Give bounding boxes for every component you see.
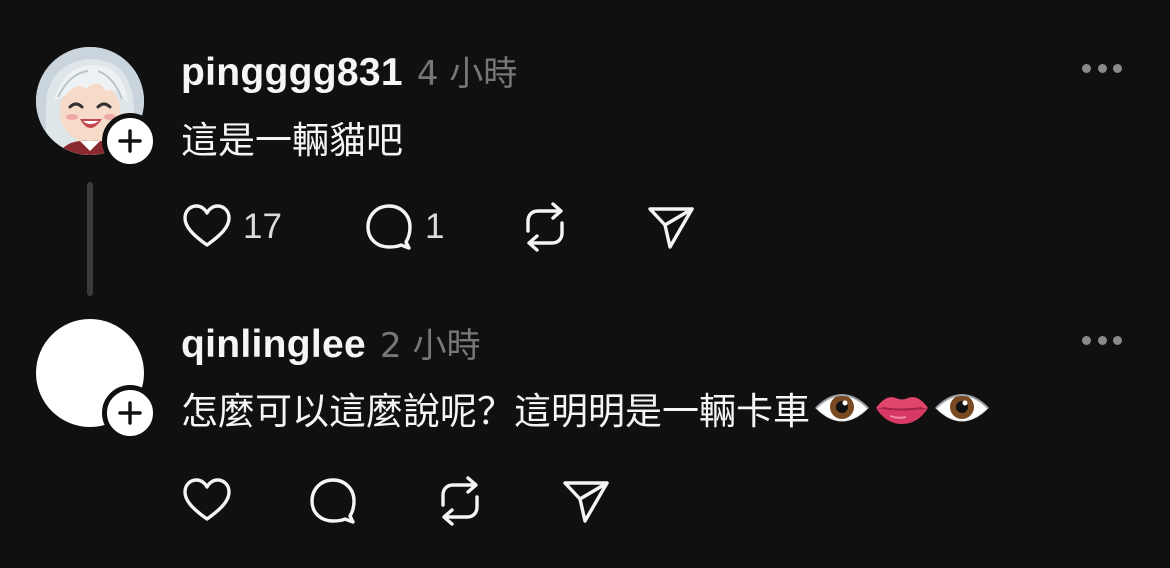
send-icon (648, 207, 694, 249)
like-count: 17 (243, 207, 282, 246)
post-header: pingggg831 4 小時 (181, 46, 517, 95)
username-link[interactable]: pingggg831 (181, 51, 403, 95)
avatar-container[interactable] (36, 47, 158, 169)
more-options-button[interactable] (1082, 61, 1122, 75)
share-button[interactable] (646, 201, 696, 253)
timestamp: 2 小時 (380, 326, 481, 366)
thread-line (87, 182, 93, 296)
plus-icon (118, 129, 142, 153)
more-icon (1082, 335, 1091, 345)
avatar-container[interactable] (36, 319, 158, 441)
repost-icon (441, 476, 479, 526)
post-text: 怎麼可以這麼說呢？這明明是一輛卡車 (181, 384, 990, 433)
heart-icon (183, 204, 231, 247)
username-link[interactable]: qinlinglee (181, 323, 366, 367)
reply-button[interactable] (307, 475, 359, 527)
more-icon (1082, 63, 1091, 73)
repost-button[interactable] (520, 201, 570, 253)
reply-post: pingggg831 4 小時 這是一輛貓吧 17 1 (0, 0, 1170, 300)
send-icon (563, 481, 609, 523)
eye-emoji-icon (935, 394, 989, 422)
like-button[interactable]: 17 (181, 201, 282, 253)
like-button[interactable] (181, 475, 233, 527)
repost-icon (526, 202, 564, 252)
reply-count: 1 (425, 207, 445, 246)
repost-button[interactable] (435, 475, 485, 527)
reply-post: qinlinglee 2 小時 怎麼可以這麼說呢？這明明是一輛卡車 (0, 300, 1170, 568)
follow-button[interactable] (102, 113, 158, 169)
heart-icon (183, 478, 231, 521)
comment-icon (366, 204, 412, 250)
timestamp: 4 小時 (416, 54, 518, 94)
post-text: 這是一輛貓吧 (181, 119, 403, 162)
comment-icon (310, 478, 356, 524)
lips-emoji-icon (876, 397, 928, 424)
share-button[interactable] (561, 475, 611, 527)
eye-emoji-icon (815, 394, 869, 422)
follow-button[interactable] (102, 385, 158, 441)
reply-button[interactable]: 1 (363, 201, 444, 253)
more-options-button[interactable] (1082, 333, 1122, 347)
plus-icon (118, 401, 142, 425)
post-header: qinlinglee 2 小時 (181, 318, 480, 367)
